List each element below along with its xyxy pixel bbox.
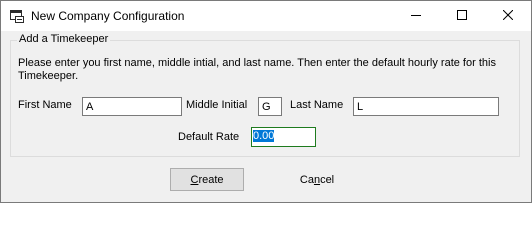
default-rate-input[interactable]: 0.00: [251, 127, 316, 147]
create-button-label: Create: [190, 173, 224, 186]
maximize-icon: [457, 9, 467, 23]
first-name-input[interactable]: [82, 97, 182, 116]
middle-initial-label: Middle Initial: [186, 99, 248, 111]
cancel-button-label: Cancel: [299, 173, 335, 186]
first-name-label: First Name: [18, 99, 72, 111]
create-button[interactable]: Create: [170, 168, 244, 191]
minimize-icon: [411, 10, 421, 23]
cancel-button[interactable]: Cancel: [280, 168, 354, 191]
minimize-button[interactable]: [393, 1, 439, 31]
close-icon: [502, 9, 514, 23]
dialog-window: New Company Configuration Add a Timekeep…: [0, 0, 532, 203]
middle-initial-input[interactable]: [258, 97, 282, 116]
last-name-label: Last Name: [290, 99, 344, 111]
close-button[interactable]: [485, 1, 531, 31]
last-name-input[interactable]: [353, 97, 499, 116]
groupbox-title: Add a Timekeeper: [17, 33, 111, 45]
timekeeper-groupbox: Add a Timekeeper Please enter you first …: [10, 33, 520, 157]
dialog-client-area: Add a Timekeeper Please enter you first …: [1, 31, 531, 202]
default-rate-label: Default Rate: [178, 131, 240, 143]
instructions-text: Please enter you first name, middle inti…: [18, 57, 496, 82]
title-bar[interactable]: New Company Configuration: [1, 1, 531, 31]
window-title: New Company Configuration: [31, 9, 185, 23]
app-window-icon: [10, 10, 24, 23]
maximize-button[interactable]: [439, 1, 485, 31]
default-rate-value: 0.00: [253, 130, 275, 142]
